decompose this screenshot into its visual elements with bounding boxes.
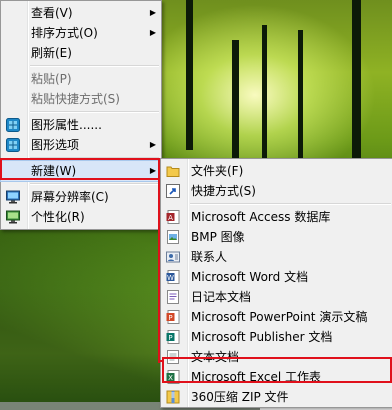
desktop-context-menu: 查看(V) ▶ 排序方式(O) ▶ 刷新(E) 粘贴(P) 粘贴快捷方式(S) … [0,0,162,230]
menu-item-view[interactable]: 查看(V) ▶ [1,3,161,23]
svg-text:W: W [167,274,174,282]
excel-icon: X [166,370,180,384]
menu-item-graphics-options[interactable]: 图形选项 ▶ [1,135,161,155]
menu-separator [30,111,159,113]
menu-separator [30,183,159,185]
graphics-options-icon [6,138,20,152]
menu-separator [190,203,391,205]
submenu-item-label: Microsoft Word 文档 [191,270,309,284]
menu-item-label: 屏幕分辨率(C) [31,190,109,204]
submenu-item-label: Microsoft PowerPoint 演示文稿 [191,310,368,324]
access-icon: A [166,210,180,224]
menu-item-paste[interactable]: 粘贴(P) [1,69,161,89]
menu-item-label: 粘贴快捷方式(S) [31,92,120,106]
word-icon: W [166,270,180,284]
menu-item-label: 查看(V) [31,6,73,20]
submenu-item-zip[interactable]: 360压缩 ZIP 文件 [161,387,392,407]
submenu-item-label: Microsoft Publisher 文档 [191,330,333,344]
svg-text:P: P [168,334,172,342]
folder-icon [166,166,180,177]
svg-text:P: P [168,314,172,322]
submenu-arrow-icon: ▶ [149,8,156,17]
menu-item-graphics-properties[interactable]: 图形属性...... [1,115,161,135]
menu-item-refresh[interactable]: 刷新(E) [1,43,161,63]
submenu-item-journal[interactable]: 日记本文档 [161,287,392,307]
submenu-item-label: 文本文档 [191,350,240,364]
journal-icon [167,290,179,304]
menu-item-label: 新建(W) [31,164,77,178]
text-document-icon [167,350,179,364]
menu-item-label: 排序方式(O) [31,26,98,40]
menu-item-screen-resolution[interactable]: 屏幕分辨率(C) [1,187,161,207]
submenu-item-label: BMP 图像 [191,230,245,244]
submenu-item-powerpoint[interactable]: P Microsoft PowerPoint 演示文稿 [161,307,392,327]
submenu-item-label: Microsoft Access 数据库 [191,210,331,224]
submenu-item-label: 联系人 [191,250,228,264]
menu-separator [30,65,159,67]
menu-item-label: 图形选项 [31,138,80,152]
submenu-arrow-icon: ▶ [149,166,156,175]
submenu-item-shortcut[interactable]: 快捷方式(S) [161,181,392,201]
submenu-item-access[interactable]: A Microsoft Access 数据库 [161,207,392,227]
personalize-icon [6,210,20,224]
submenu-item-label: 快捷方式(S) [191,184,256,198]
submenu-item-bmp[interactable]: BMP 图像 [161,227,392,247]
menu-item-label: 粘贴(P) [31,72,72,86]
screen-resolution-icon [6,190,20,204]
publisher-icon: P [166,330,180,344]
submenu-item-text-document[interactable]: 文本文档 [161,347,392,367]
shortcut-icon [166,184,180,198]
graphics-properties-icon [6,118,20,132]
contact-icon [166,251,180,263]
menu-item-label: 个性化(R) [31,210,85,224]
new-submenu: 文件夹(F) 快捷方式(S) A Microsoft Access 数据库 BM… [160,158,392,408]
submenu-arrow-icon: ▶ [149,28,156,37]
submenu-item-label: Microsoft Excel 工作表 [191,370,322,384]
menu-item-label: 刷新(E) [31,46,72,60]
submenu-arrow-icon: ▶ [149,140,156,149]
submenu-item-label: 文件夹(F) [191,164,244,178]
menu-item-sort-by[interactable]: 排序方式(O) ▶ [1,23,161,43]
submenu-item-word[interactable]: W Microsoft Word 文档 [161,267,392,287]
svg-text:X: X [168,374,173,382]
submenu-item-excel[interactable]: X Microsoft Excel 工作表 [161,367,392,387]
submenu-item-contact[interactable]: 联系人 [161,247,392,267]
menu-item-paste-shortcut[interactable]: 粘贴快捷方式(S) [1,89,161,109]
submenu-item-publisher[interactable]: P Microsoft Publisher 文档 [161,327,392,347]
menu-item-personalize[interactable]: 个性化(R) [1,207,161,227]
menu-item-new[interactable]: 新建(W) ▶ [0,160,162,182]
menu-separator [30,157,159,159]
submenu-item-label: 日记本文档 [191,290,252,304]
powerpoint-icon: P [166,310,180,324]
svg-text:A: A [168,214,173,222]
tree-trunk [186,0,193,150]
submenu-item-folder[interactable]: 文件夹(F) [161,161,392,181]
menu-item-label: 图形属性...... [31,118,102,132]
bmp-icon [167,230,179,244]
